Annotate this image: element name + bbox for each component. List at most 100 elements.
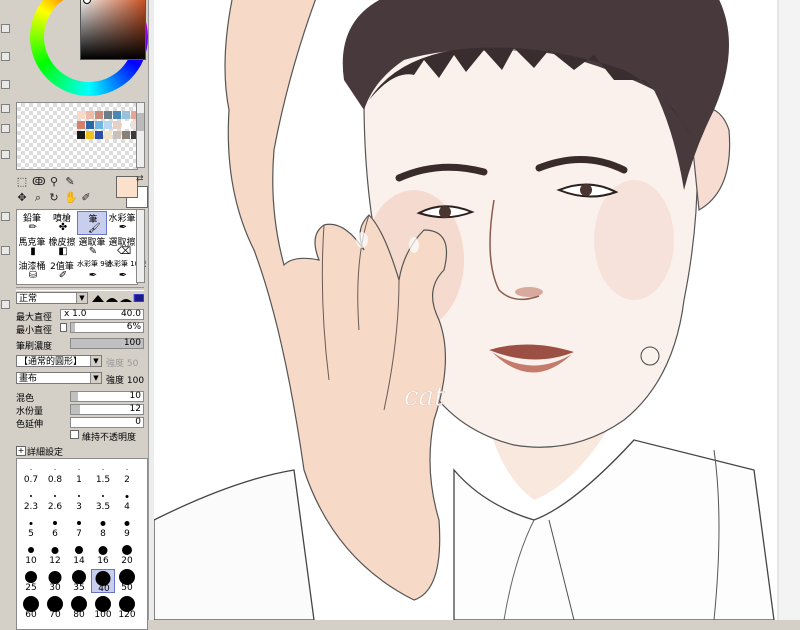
keep-opacity-checkbox[interactable] [70, 430, 79, 439]
min-size-toggle[interactable] [60, 323, 67, 332]
brush-size-cell[interactable]: 120 [115, 596, 139, 620]
brush-slot[interactable]: 橡皮擦 ◧ [47, 235, 77, 259]
brush-size-cell[interactable]: 16 [91, 542, 115, 566]
color-swatch[interactable] [95, 121, 103, 129]
swap-colors-icon[interactable]: ⇄ [136, 174, 144, 184]
color-picker-cursor[interactable] [83, 0, 91, 4]
brush-size-cell[interactable]: 5 [19, 515, 43, 539]
hand-icon[interactable]: ✋ [64, 192, 78, 204]
panel-toggle-button[interactable] [1, 24, 10, 33]
brush-shape-selector[interactable] [92, 294, 144, 302]
panel-toggle-button[interactable] [1, 300, 10, 309]
eyedropper-icon[interactable]: ✎ [64, 176, 76, 188]
brush-slot[interactable]: 水彩筆 10號 ✒ [107, 259, 146, 283]
brush-size-cell[interactable]: 1 [67, 461, 91, 485]
color-swatch[interactable] [86, 131, 94, 139]
panel-toggle-button[interactable] [1, 52, 10, 61]
brush-slot[interactable]: 鉛筆 ✏ [17, 211, 47, 235]
color-picker-icon[interactable]: ✐ [80, 192, 92, 204]
brush-size-cell[interactable]: 100 [91, 596, 115, 620]
brush-size-cell[interactable]: 3.5 [91, 488, 115, 512]
brush-size-cell[interactable]: 50 [115, 569, 139, 593]
brush-size-cell[interactable]: 2.3 [19, 488, 43, 512]
brush-slot[interactable]: 馬克筆 ▮ [17, 235, 47, 259]
magic-wand-icon[interactable]: ⚲ [48, 176, 60, 188]
color-swatch[interactable] [77, 131, 85, 139]
panel-toggle-button[interactable] [1, 124, 10, 133]
brush-size-cell[interactable]: 20 [115, 542, 139, 566]
texture-select[interactable]: 畫布 ▼ [16, 372, 102, 384]
brush-size-cell[interactable]: 2.6 [43, 488, 67, 512]
move-icon[interactable]: ✥ [16, 192, 28, 204]
brush-size-cell[interactable]: 35 [67, 569, 91, 593]
color-swatch[interactable] [86, 111, 94, 119]
color-swatch[interactable] [104, 111, 112, 119]
brush-size-cell[interactable]: 0.8 [43, 461, 67, 485]
color-wheel[interactable] [30, 0, 148, 96]
brush-size-cell[interactable]: 2 [115, 461, 139, 485]
color-swatch[interactable] [95, 131, 103, 139]
color-swatch[interactable] [122, 131, 130, 139]
brush-size-cell[interactable]: 70 [43, 596, 67, 620]
lasso-icon[interactable]: ↂ [32, 176, 46, 188]
brush-size-cell[interactable]: 30 [43, 569, 67, 593]
color-swatch[interactable] [77, 111, 85, 119]
brush-size-cell[interactable]: 80 [67, 596, 91, 620]
brush-size-cell[interactable]: 40 [91, 569, 115, 594]
brush-slot[interactable]: 噴槍 ✤ [47, 211, 77, 235]
brush-slot[interactable]: 水彩筆 9號 ✒ [77, 259, 112, 283]
brush-slot[interactable]: 選取擦 ⌫ [107, 235, 137, 259]
brush-slot[interactable]: 選取筆 ✎ [77, 235, 107, 259]
brush-size-cell[interactable]: 4 [115, 488, 139, 512]
brush-size-cell[interactable]: 12 [43, 542, 67, 566]
panel-toggle-button[interactable] [1, 212, 10, 221]
color-swatch[interactable] [104, 131, 112, 139]
brush-slot[interactable]: 水彩筆 ✒ [107, 211, 137, 235]
density-slider[interactable]: 100 [70, 338, 144, 349]
blending-slider[interactable]: 10 [70, 391, 144, 402]
brush-size-cell[interactable]: 9 [115, 515, 139, 539]
persistence-slider[interactable]: 0 [70, 417, 144, 428]
color-swatch[interactable] [77, 121, 85, 129]
brush-size-cell[interactable]: 25 [19, 569, 43, 593]
brush-size-cell[interactable]: 14 [67, 542, 91, 566]
brush-shape-select[interactable]: 【通常的圓形】 ▼ [16, 355, 102, 367]
panel-toggle-button[interactable] [1, 80, 10, 89]
blend-mode-select[interactable]: 正常 ▼ [16, 292, 88, 304]
color-swatch[interactable] [104, 121, 112, 129]
color-swatch[interactable] [122, 121, 130, 129]
color-swatch[interactable] [113, 111, 121, 119]
brush-slot[interactable]: 油漆桶 ⛁ [17, 259, 47, 283]
brush-size-cell[interactable]: 1.5 [91, 461, 115, 485]
water-slider[interactable]: 12 [70, 404, 144, 415]
max-size-slider[interactable]: x 1.0 40.0 [60, 309, 144, 320]
color-swatch[interactable] [95, 111, 103, 119]
panel-toggle-button[interactable] [1, 150, 10, 159]
brush-slot[interactable]: 筆 🖌 [77, 211, 107, 235]
persistence-label: 色延伸 [16, 420, 44, 430]
brush-size-cell[interactable]: 3 [67, 488, 91, 512]
saturation-value-picker[interactable] [80, 0, 146, 60]
min-size-slider[interactable]: 6% [70, 322, 144, 333]
brush-size-cell[interactable]: 10 [19, 542, 43, 566]
panel-toggle-button[interactable] [1, 246, 10, 255]
foreground-color-swatch[interactable] [116, 176, 138, 198]
color-swatch[interactable] [86, 121, 94, 129]
panel-toggle-button[interactable] [1, 104, 10, 113]
rotate-icon[interactable]: ↻ [48, 192, 60, 204]
zoom-icon[interactable]: ⌕ [32, 192, 44, 204]
brush-size-cell[interactable]: 6 [43, 515, 67, 539]
color-swatch[interactable] [122, 111, 130, 119]
drawing-canvas[interactable]: cat [154, 0, 800, 620]
brush-size-cell[interactable]: 8 [91, 515, 115, 539]
brush-size-cell[interactable]: 0.7 [19, 461, 43, 485]
marquee-icon[interactable]: ⬚ [16, 176, 28, 188]
swatch-scrollbar[interactable] [136, 102, 145, 168]
brush-grid-scrollbar[interactable] [136, 209, 145, 283]
brush-slot[interactable]: 2值筆 ✐ [47, 259, 77, 283]
brush-size-cell[interactable]: 60 [19, 596, 43, 620]
color-swatch[interactable] [113, 121, 121, 129]
expand-advanced-icon[interactable]: + [16, 446, 26, 456]
brush-size-cell[interactable]: 7 [67, 515, 91, 539]
color-swatch[interactable] [113, 131, 121, 139]
